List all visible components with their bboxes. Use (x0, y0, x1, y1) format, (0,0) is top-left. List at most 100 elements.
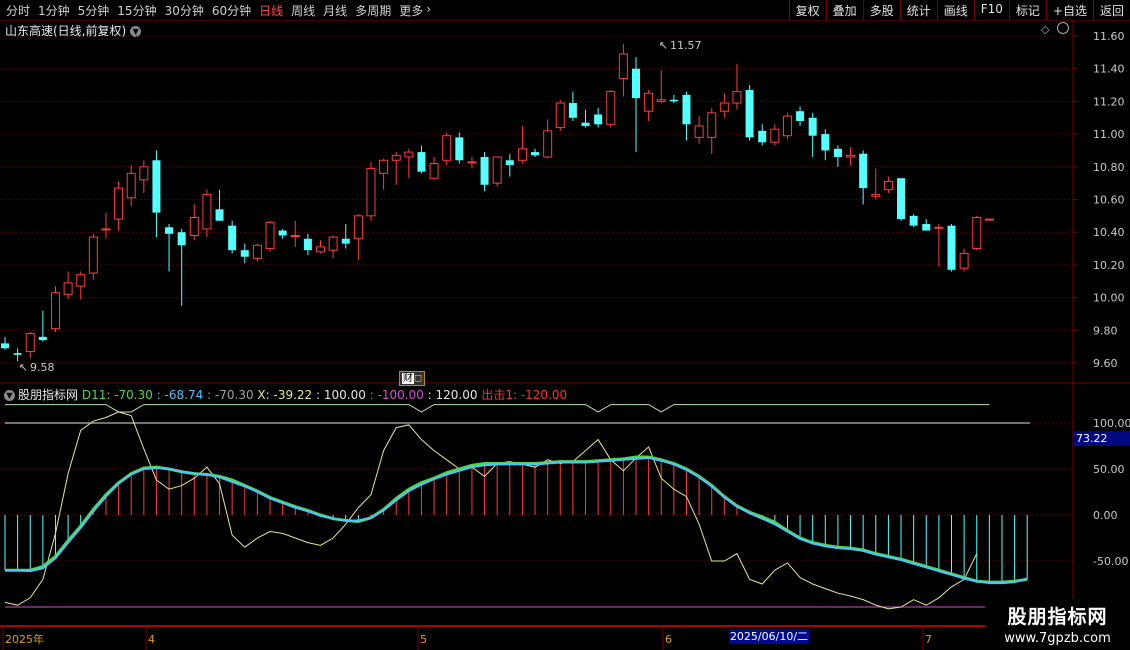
candle-body-down (303, 238, 312, 251)
candle-body-down (215, 209, 224, 221)
candle-body-up (984, 218, 994, 221)
candle-body-down (796, 111, 805, 122)
candle-body-up (316, 246, 325, 253)
candle-body-down (909, 215, 918, 226)
candle-body-down (13, 353, 22, 355)
candle-body-up (719, 102, 729, 112)
candle-body-down (1, 343, 9, 349)
candle-body-up (492, 156, 502, 184)
candle-body-down (682, 94, 691, 125)
price-axis-label: 11.00 (1093, 128, 1125, 141)
candle-body-down (278, 230, 287, 236)
indicator-value-4: : 100.00 (316, 388, 370, 402)
candle-body-up (782, 115, 792, 137)
candle-body-up (353, 215, 363, 240)
indicator-axis-label: -50.00 (1093, 555, 1128, 568)
watermark-title: 股朋指标网 (1007, 606, 1108, 628)
candle-body-down (480, 156, 489, 185)
candle-body-up (202, 194, 212, 230)
candle-body-up (770, 128, 780, 143)
candle-body-up (656, 99, 666, 102)
candle-body-down (152, 160, 161, 213)
candle-body-up (252, 244, 262, 259)
indicator-value-0: D11: -70.30 (81, 388, 157, 402)
candle-body-up (517, 148, 527, 161)
candle-body-down (581, 122, 590, 126)
chevron-down-icon[interactable]: ▼ (4, 390, 15, 401)
candle-body-down (947, 225, 956, 270)
candle-body-up (959, 252, 969, 269)
candle-body-up (328, 236, 338, 251)
time-axis-label: 2025年 (5, 632, 44, 646)
high-arrow-icon: ↖ (659, 39, 668, 52)
candle-body-down (922, 224, 931, 231)
line-120 (5, 404, 990, 413)
candle-body-down (669, 99, 678, 102)
candle-body-down (859, 153, 868, 189)
candle-body-down (38, 336, 47, 341)
candle-body-down (240, 250, 249, 257)
x-line (4, 411, 978, 610)
candle-body-up (366, 167, 376, 217)
price-axis-label: 11.40 (1093, 63, 1125, 76)
price-axis-label: 10.00 (1093, 292, 1125, 305)
price-axis-label: 10.80 (1093, 161, 1125, 174)
candle-body-up (934, 226, 944, 229)
candle-body-up (442, 135, 452, 161)
low-arrow-icon: ↖ (19, 361, 28, 374)
candle-body-up (555, 102, 565, 129)
candle-body-down (177, 232, 186, 246)
candle-body-down (505, 160, 514, 166)
candle-body-up (694, 125, 704, 138)
indicator-axis-label: 0.00 (1093, 509, 1118, 522)
candle-body-down (341, 238, 350, 244)
candle-body-up (25, 333, 35, 353)
indicator-value-2: : -70.30 (207, 388, 258, 402)
time-axis-label: 4 (148, 633, 155, 646)
indicator-axis-label: 50.00 (1093, 463, 1125, 476)
indicator-value-5: : -100.00 (369, 388, 428, 402)
candle-body-up (88, 236, 98, 274)
candle-body-up (543, 130, 553, 158)
candle-body-up (139, 166, 149, 181)
low-price-label: 9.58 (30, 361, 55, 374)
k-line (5, 455, 1028, 584)
indicator-axis-label: 100.00 (1093, 417, 1130, 430)
price-axis-label: 10.60 (1093, 194, 1125, 207)
candle-body-up (972, 216, 982, 250)
indicator-value-3: X: -39.22 (257, 388, 316, 402)
price-axis-label: 9.80 (1093, 324, 1118, 337)
d-line (5, 456, 1028, 585)
indicator-value-6: : 120.00 (427, 388, 482, 402)
candle-body-up (379, 159, 389, 174)
candle-body-up (101, 228, 111, 231)
indicator-title: ▼ 股朋指标网 D11: -70.30 : -68.74 : -70.30 X: … (4, 386, 567, 403)
candle-body-down (417, 152, 426, 172)
finance-marker[interactable]: 财◻ (399, 371, 425, 386)
candle-body-up (391, 154, 401, 161)
kline-chart[interactable]: 11.60 11.40 11.20 11.00 10.80 10.60 10.40 10.20… (0, 0, 1130, 650)
high-price-label: 11.57 (670, 39, 702, 52)
candle-body-down (833, 148, 842, 157)
candle-body-down (594, 114, 603, 125)
candle-body-down (897, 178, 906, 220)
candle-body-up (429, 163, 439, 179)
candle-body-up (189, 216, 199, 236)
candle-body-down (228, 225, 237, 251)
candle-body-up (732, 91, 742, 104)
candle-body-up (265, 221, 275, 250)
price-axis-label: 11.60 (1093, 30, 1125, 43)
candle-body-up (63, 282, 73, 295)
candle-body-down (568, 103, 577, 118)
price-axis-label: 11.20 (1093, 95, 1125, 108)
indicator-value-1: : -68.74 (156, 388, 208, 402)
indicator-value-7: 出击1: -120.00 (481, 388, 568, 402)
candle-body-down (455, 137, 464, 161)
watermark: 股朋指标网 www.7gpzb.com (985, 599, 1130, 650)
candle-body-down (745, 89, 754, 138)
time-axis-label: 7 (925, 633, 932, 646)
candle-body-up (114, 187, 124, 220)
indicator-current-value: 73.22 (1073, 431, 1130, 446)
candle-body-up (618, 53, 628, 80)
time-axis-label: 5 (420, 633, 427, 646)
